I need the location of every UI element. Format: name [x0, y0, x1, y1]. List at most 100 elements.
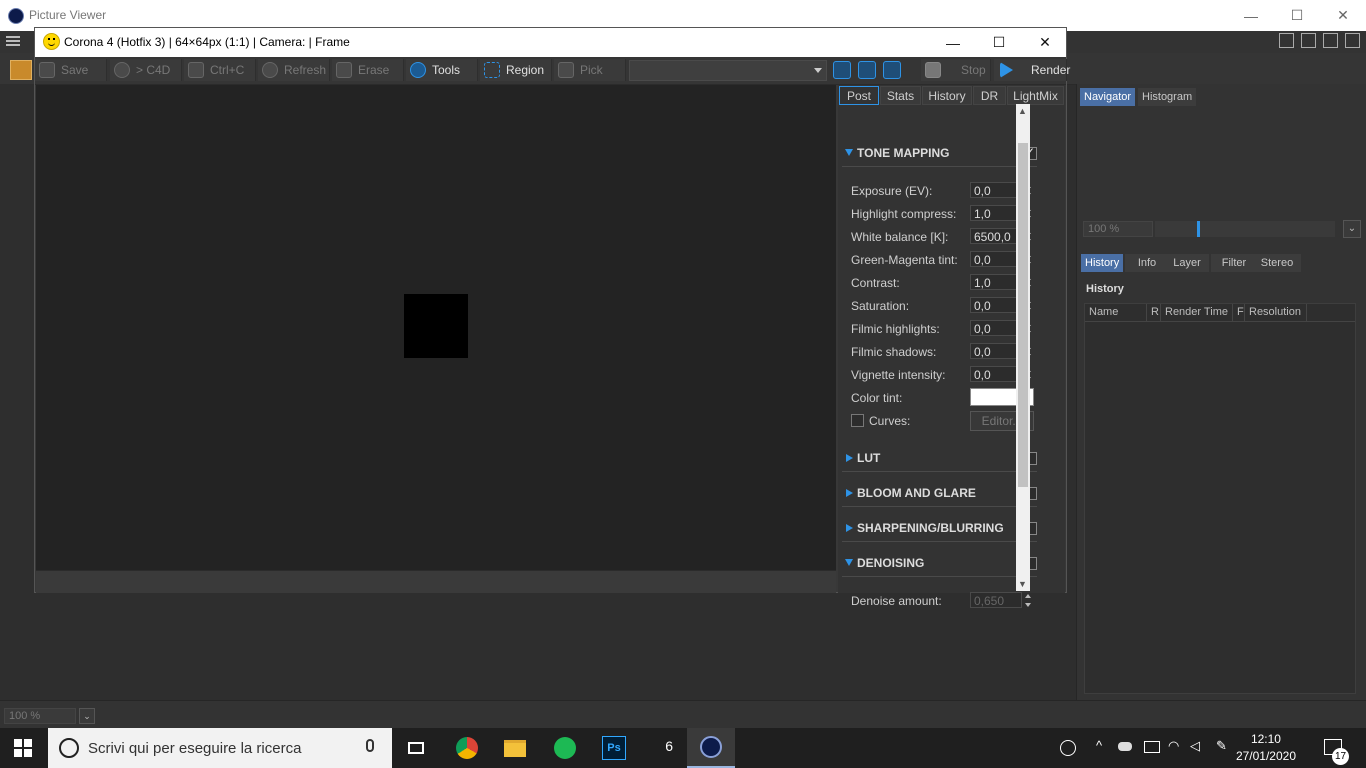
region-icon	[484, 62, 500, 78]
chrome-icon[interactable]	[443, 728, 491, 768]
history-col-resolution[interactable]: Resolution	[1245, 304, 1307, 321]
white-balance-input[interactable]: 6500,0	[970, 228, 1022, 244]
tray-chevron-icon[interactable]: ^	[1096, 738, 1102, 753]
expand-icon[interactable]	[1345, 33, 1360, 48]
param-highlight-compress: Highlight compress: 1,0	[851, 204, 1041, 224]
vfb-maximize-button[interactable]: ☐	[976, 28, 1022, 57]
tab-dr[interactable]: DR	[973, 86, 1006, 105]
denoising-header[interactable]: DENOISING	[842, 553, 1037, 575]
minimize-button[interactable]: —	[1228, 0, 1274, 31]
render-button[interactable]: Render	[994, 59, 1070, 81]
sharpening-header[interactable]: SHARPENING/BLURRING	[842, 518, 1037, 540]
tab-filter[interactable]: Filter	[1211, 254, 1257, 272]
zoom-fit-icon[interactable]	[883, 61, 901, 79]
panel-scrollbar-thumb[interactable]	[1018, 143, 1028, 487]
zoom-out-icon[interactable]	[858, 61, 876, 79]
tab-history-vfb[interactable]: History	[922, 86, 972, 105]
save-button[interactable]: Save	[35, 59, 107, 81]
photoshop-icon[interactable]: Ps	[590, 728, 638, 768]
vfb-close-button[interactable]: ✕	[1022, 28, 1068, 57]
copy-button[interactable]: Ctrl+C	[184, 59, 256, 81]
volume-icon[interactable]: ◁	[1190, 738, 1200, 754]
filmic-shadows-input[interactable]: 0,0	[970, 343, 1022, 359]
wifi-icon[interactable]: ◠	[1168, 738, 1179, 754]
curves-checkbox[interactable]	[851, 414, 864, 427]
windows-start-icon[interactable]	[14, 739, 32, 757]
battery-icon[interactable]	[1144, 741, 1160, 753]
navigator-slider-handle[interactable]	[1197, 221, 1200, 237]
panel-layout-icon[interactable]	[1279, 33, 1294, 48]
navigator-options-button[interactable]: ⌄	[1343, 220, 1361, 238]
cinema4d-app-icon	[8, 8, 24, 24]
scroll-down-arrow-icon[interactable]: ▼	[1018, 579, 1027, 589]
stop-button[interactable]: Stop	[921, 59, 991, 81]
taskbar-clock[interactable]: 12:10 27/01/2020	[1236, 731, 1296, 765]
tab-stats[interactable]: Stats	[880, 86, 921, 105]
green-magenta-input[interactable]: 0,0	[970, 251, 1022, 267]
taskbar-search-box[interactable]: Scrivi qui per eseguire la ricerca	[48, 728, 392, 768]
history-col-render-time[interactable]: Render Time	[1161, 304, 1233, 321]
add-panel-icon[interactable]	[1301, 33, 1316, 48]
maximize-button[interactable]: ☐	[1274, 0, 1320, 31]
history-table[interactable]: Name R Render Time F Resolution	[1084, 303, 1356, 694]
param-green-magenta: Green-Magenta tint: 0,0	[851, 250, 1041, 270]
navigator-zoom-field[interactable]: 100 %	[1083, 221, 1153, 237]
task-view-icon[interactable]	[392, 728, 440, 768]
erase-button[interactable]: Erase	[332, 59, 404, 81]
refresh-button[interactable]: Refresh	[258, 59, 330, 81]
lut-header[interactable]: LUT	[842, 448, 1037, 470]
close-button[interactable]: ✕	[1320, 0, 1366, 31]
scroll-up-arrow-icon[interactable]: ▲	[1018, 106, 1027, 116]
bloom-glare-header[interactable]: BLOOM AND GLARE	[842, 483, 1037, 505]
filmic-highlights-input[interactable]: 0,0	[970, 320, 1022, 336]
zoom-in-icon[interactable]	[833, 61, 851, 79]
tab-navigator[interactable]: Navigator	[1080, 88, 1136, 106]
move-icon[interactable]	[1323, 33, 1338, 48]
hamburger-menu-icon[interactable]	[6, 36, 20, 38]
file-explorer-icon[interactable]	[491, 728, 539, 768]
history-col-name[interactable]: Name	[1085, 304, 1147, 321]
tab-lightmix[interactable]: LightMix	[1007, 86, 1064, 105]
tab-layer[interactable]: Layer	[1165, 254, 1209, 272]
to-c4d-button[interactable]: > C4D	[110, 59, 182, 81]
exposure-input[interactable]: 0,0	[970, 182, 1022, 198]
tab-info[interactable]: Info	[1125, 254, 1169, 272]
navigator-zoom-slider[interactable]	[1155, 221, 1335, 237]
history-col-r[interactable]: R	[1147, 304, 1161, 321]
render-canvas[interactable]	[36, 85, 836, 570]
microphone-icon[interactable]	[366, 739, 374, 752]
vfb-minimize-button[interactable]: —	[930, 28, 976, 57]
bottom-zoom-dropdown[interactable]: ⌄	[79, 708, 95, 724]
rhino-icon[interactable]: 6	[638, 728, 686, 768]
contrast-input[interactable]: 1,0	[970, 274, 1022, 290]
tools-button[interactable]: Tools	[406, 59, 478, 81]
tab-histogram[interactable]: Histogram	[1138, 88, 1197, 106]
tab-post[interactable]: Post	[839, 86, 879, 105]
onedrive-icon[interactable]	[1118, 742, 1132, 751]
pen-icon[interactable]: ✎	[1216, 738, 1227, 754]
highlight-compress-input[interactable]: 1,0	[970, 205, 1022, 221]
denoise-amount-spinner[interactable]	[1024, 593, 1032, 609]
spotify-icon[interactable]	[541, 728, 589, 768]
erase-x-icon	[336, 62, 352, 78]
history-col-f[interactable]: F	[1233, 304, 1245, 321]
vignette-input[interactable]: 0,0	[970, 366, 1022, 382]
divider	[842, 576, 1037, 577]
saturation-input[interactable]: 0,0	[970, 297, 1022, 313]
tab-stereo[interactable]: Stereo	[1253, 254, 1301, 272]
cinema4d-taskbar-icon[interactable]	[687, 728, 735, 768]
pass-dropdown[interactable]	[629, 60, 827, 81]
open-folder-icon[interactable]	[10, 60, 32, 80]
param-filmic-highlights: Filmic highlights: 0,0	[851, 319, 1041, 339]
param-filmic-shadows: Filmic shadows: 0,0	[851, 342, 1041, 362]
pick-button[interactable]: Pick	[554, 59, 626, 81]
bottom-zoom-field[interactable]: 100 %	[4, 708, 76, 724]
refresh-icon	[262, 62, 278, 78]
param-white-balance: White balance [K]: 6500,0	[851, 227, 1041, 247]
denoise-amount-input[interactable]: 0,650	[970, 592, 1022, 608]
people-icon[interactable]	[1060, 740, 1076, 756]
region-button[interactable]: Region	[480, 59, 552, 81]
tone-mapping-header[interactable]: TONE MAPPING	[842, 143, 1037, 165]
tab-history[interactable]: History	[1081, 254, 1124, 272]
gear-icon	[410, 62, 426, 78]
